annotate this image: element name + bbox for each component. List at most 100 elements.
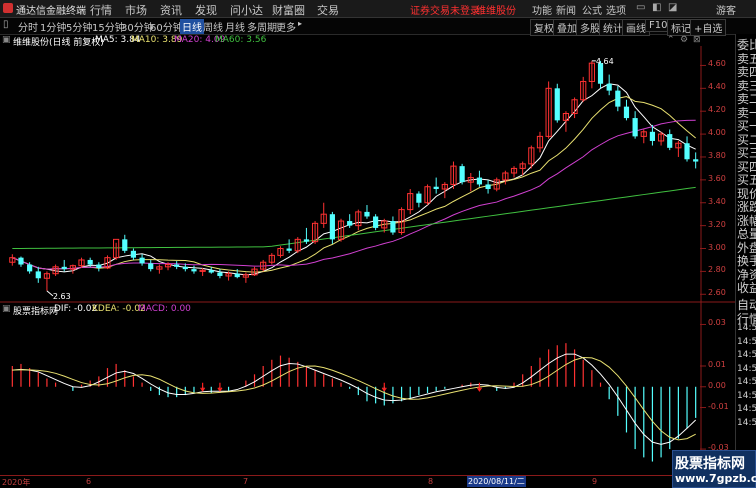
candle-body — [485, 184, 491, 190]
candle-body — [693, 159, 699, 162]
candle-body — [148, 263, 154, 270]
tab-period-1min[interactable]: 1分钟 — [40, 19, 66, 34]
minimize-icon[interactable]: ▭ — [636, 2, 645, 13]
maximize-icon[interactable]: ◧ — [652, 2, 661, 13]
account-label[interactable]: 游客 — [716, 2, 736, 17]
macd-tick-label: 0.01 — [708, 360, 726, 369]
watermark-logo: 股票指标网 www.7gpzb.com — [672, 450, 756, 488]
chart-settings-icon[interactable]: ▣ — [2, 35, 11, 45]
candle-body — [174, 264, 180, 267]
candle-body — [459, 166, 465, 183]
menu-item-formula[interactable]: 公式 — [582, 2, 602, 17]
x-tick-year: 2020年 — [2, 478, 31, 487]
menu-item-function[interactable]: 功能 — [532, 2, 552, 17]
chart-canvas[interactable]: 4.64 2.63 — [0, 46, 735, 476]
macd-tick-label: 0.03 — [708, 318, 726, 328]
candle-body — [623, 106, 630, 119]
signal-arrow-icon — [381, 382, 387, 392]
watermark-title: 股票指标网 — [675, 456, 745, 472]
menu-item-headlines[interactable]: 新闻 — [556, 2, 576, 17]
price-tick-label: 4.00 — [708, 128, 726, 138]
price-tick-label: 3.40 — [708, 196, 726, 206]
candle-body — [606, 83, 612, 91]
more-arrow-icon[interactable]: ▸ — [298, 19, 302, 28]
candle-body — [347, 221, 353, 226]
signal-arrow-icon — [217, 382, 223, 392]
right-panel-item: 14:5 — [737, 323, 756, 333]
chart-up-icon[interactable]: ⌃ — [667, 35, 675, 45]
signal-arrow-icon — [200, 382, 206, 392]
menu-item-trade[interactable]: 交易 — [317, 2, 339, 18]
candle-body — [182, 266, 188, 270]
login-notice[interactable]: 证券交易未登录 — [410, 2, 480, 17]
macd-label: MACD: 0.00 — [138, 304, 191, 314]
macd-tick-label: -0.01 — [708, 401, 729, 411]
candle-body — [87, 259, 93, 265]
stock-link[interactable]: 维维股份 — [476, 2, 516, 17]
candle-body — [217, 272, 223, 276]
candle-body — [139, 257, 145, 264]
tab-period-daily[interactable]: 日线 — [180, 19, 204, 34]
menu-item-discover[interactable]: 发现 — [195, 2, 217, 18]
candle-body — [191, 269, 197, 272]
candle-body — [18, 257, 24, 265]
price-tick-label: 4.60 — [708, 59, 726, 69]
right-info-panel: 委比 卖五 卖四 卖三 卖二 卖一 买一 买二 买三 买四 买五 现价 涨跌 涨幅 总量 外盘 换手 净资 收益 自动… — [735, 34, 756, 487]
candle-body — [649, 131, 656, 141]
tab-period-5min[interactable]: 5分钟 — [66, 19, 92, 34]
x-tick-6: 6 — [86, 477, 92, 486]
indicator-settings-icon[interactable]: ▣ — [2, 304, 11, 314]
ma10-line — [12, 96, 696, 273]
chart-close-icon[interactable]: ⊠ — [693, 35, 701, 45]
right-panel-item: 14:5 — [737, 363, 756, 374]
candle-body — [286, 248, 292, 251]
tab-period-fenshi[interactable]: 分时 — [18, 19, 38, 34]
low-price-label: 2.63 — [53, 292, 71, 301]
tab-period-15min[interactable]: 15分钟 — [92, 19, 125, 34]
watermark-url: www.7gpzb.com — [675, 472, 756, 485]
candle-body — [597, 63, 604, 84]
menu-item-wealth[interactable]: 财富圈 — [272, 2, 305, 18]
menu-bar: 通达信金融终端 行情 市场 资讯 发现 问小达 财富圈 交易 证券交易未登录 维… — [0, 0, 756, 18]
restore-icon[interactable]: ◪ — [668, 2, 677, 13]
menu-item-market[interactable]: 市场 — [125, 2, 147, 18]
candle-body — [364, 211, 370, 217]
right-panel-item: 14:5 — [737, 390, 756, 401]
right-panel-item: 14:5 — [737, 404, 756, 414]
layout-icon[interactable]: ▯ — [3, 19, 9, 30]
candle-body — [35, 271, 41, 279]
candle-body — [667, 134, 673, 148]
period-toolbar: ▯ 分时 1分钟 5分钟 15分钟 30分钟 60分钟 日线 周线 月线 多周期… — [0, 18, 756, 36]
x-tick-7: 7 — [243, 477, 249, 486]
macd-tick-label: 0.00 — [708, 380, 726, 390]
tab-period-30min[interactable]: 30分钟 — [121, 19, 154, 34]
right-panel-item: 14:5 — [737, 417, 756, 428]
add-watchlist-button[interactable]: +自选 — [690, 19, 727, 36]
menu-item-quotes[interactable]: 行情 — [90, 2, 112, 18]
tab-period-more[interactable]: 更多 — [276, 19, 296, 34]
indicator-title: 股票指标网 — [13, 307, 59, 317]
menu-item-news[interactable]: 资讯 — [160, 2, 182, 18]
candle-body — [303, 239, 310, 242]
price-y-axis: 4.60 4.40 4.20 4.00 3.80 3.60 3.40 3.20 3.00 2.80… — [705, 46, 735, 301]
x-cursor-date: 2020/08/11/二 — [467, 476, 526, 487]
candle-body — [632, 118, 638, 137]
candle-body — [208, 270, 214, 273]
tab-period-monthly[interactable]: 月线 — [225, 19, 245, 34]
chart-gear-icon[interactable]: ⚙ — [680, 35, 688, 45]
candle-body — [61, 266, 67, 270]
legend-ma60: MA60: 3.56 — [215, 35, 267, 45]
menu-item-ask[interactable]: 问小达 — [230, 2, 263, 18]
candle-body — [476, 177, 483, 185]
candle-body — [96, 264, 102, 268]
menu-item-options[interactable]: 选项 — [606, 2, 626, 17]
tab-period-multi[interactable]: 多周期 — [247, 19, 277, 34]
candle-body — [130, 250, 137, 258]
candle-body — [554, 88, 560, 121]
tab-period-weekly[interactable]: 周线 — [203, 19, 223, 34]
price-tick-label: 3.80 — [708, 150, 726, 160]
dif-label: DIF: -0.02 — [54, 304, 98, 314]
app-name: 通达信金融终端 — [16, 6, 86, 17]
tab-period-60min[interactable]: 60分钟 — [150, 19, 183, 34]
candle-body — [329, 214, 335, 240]
